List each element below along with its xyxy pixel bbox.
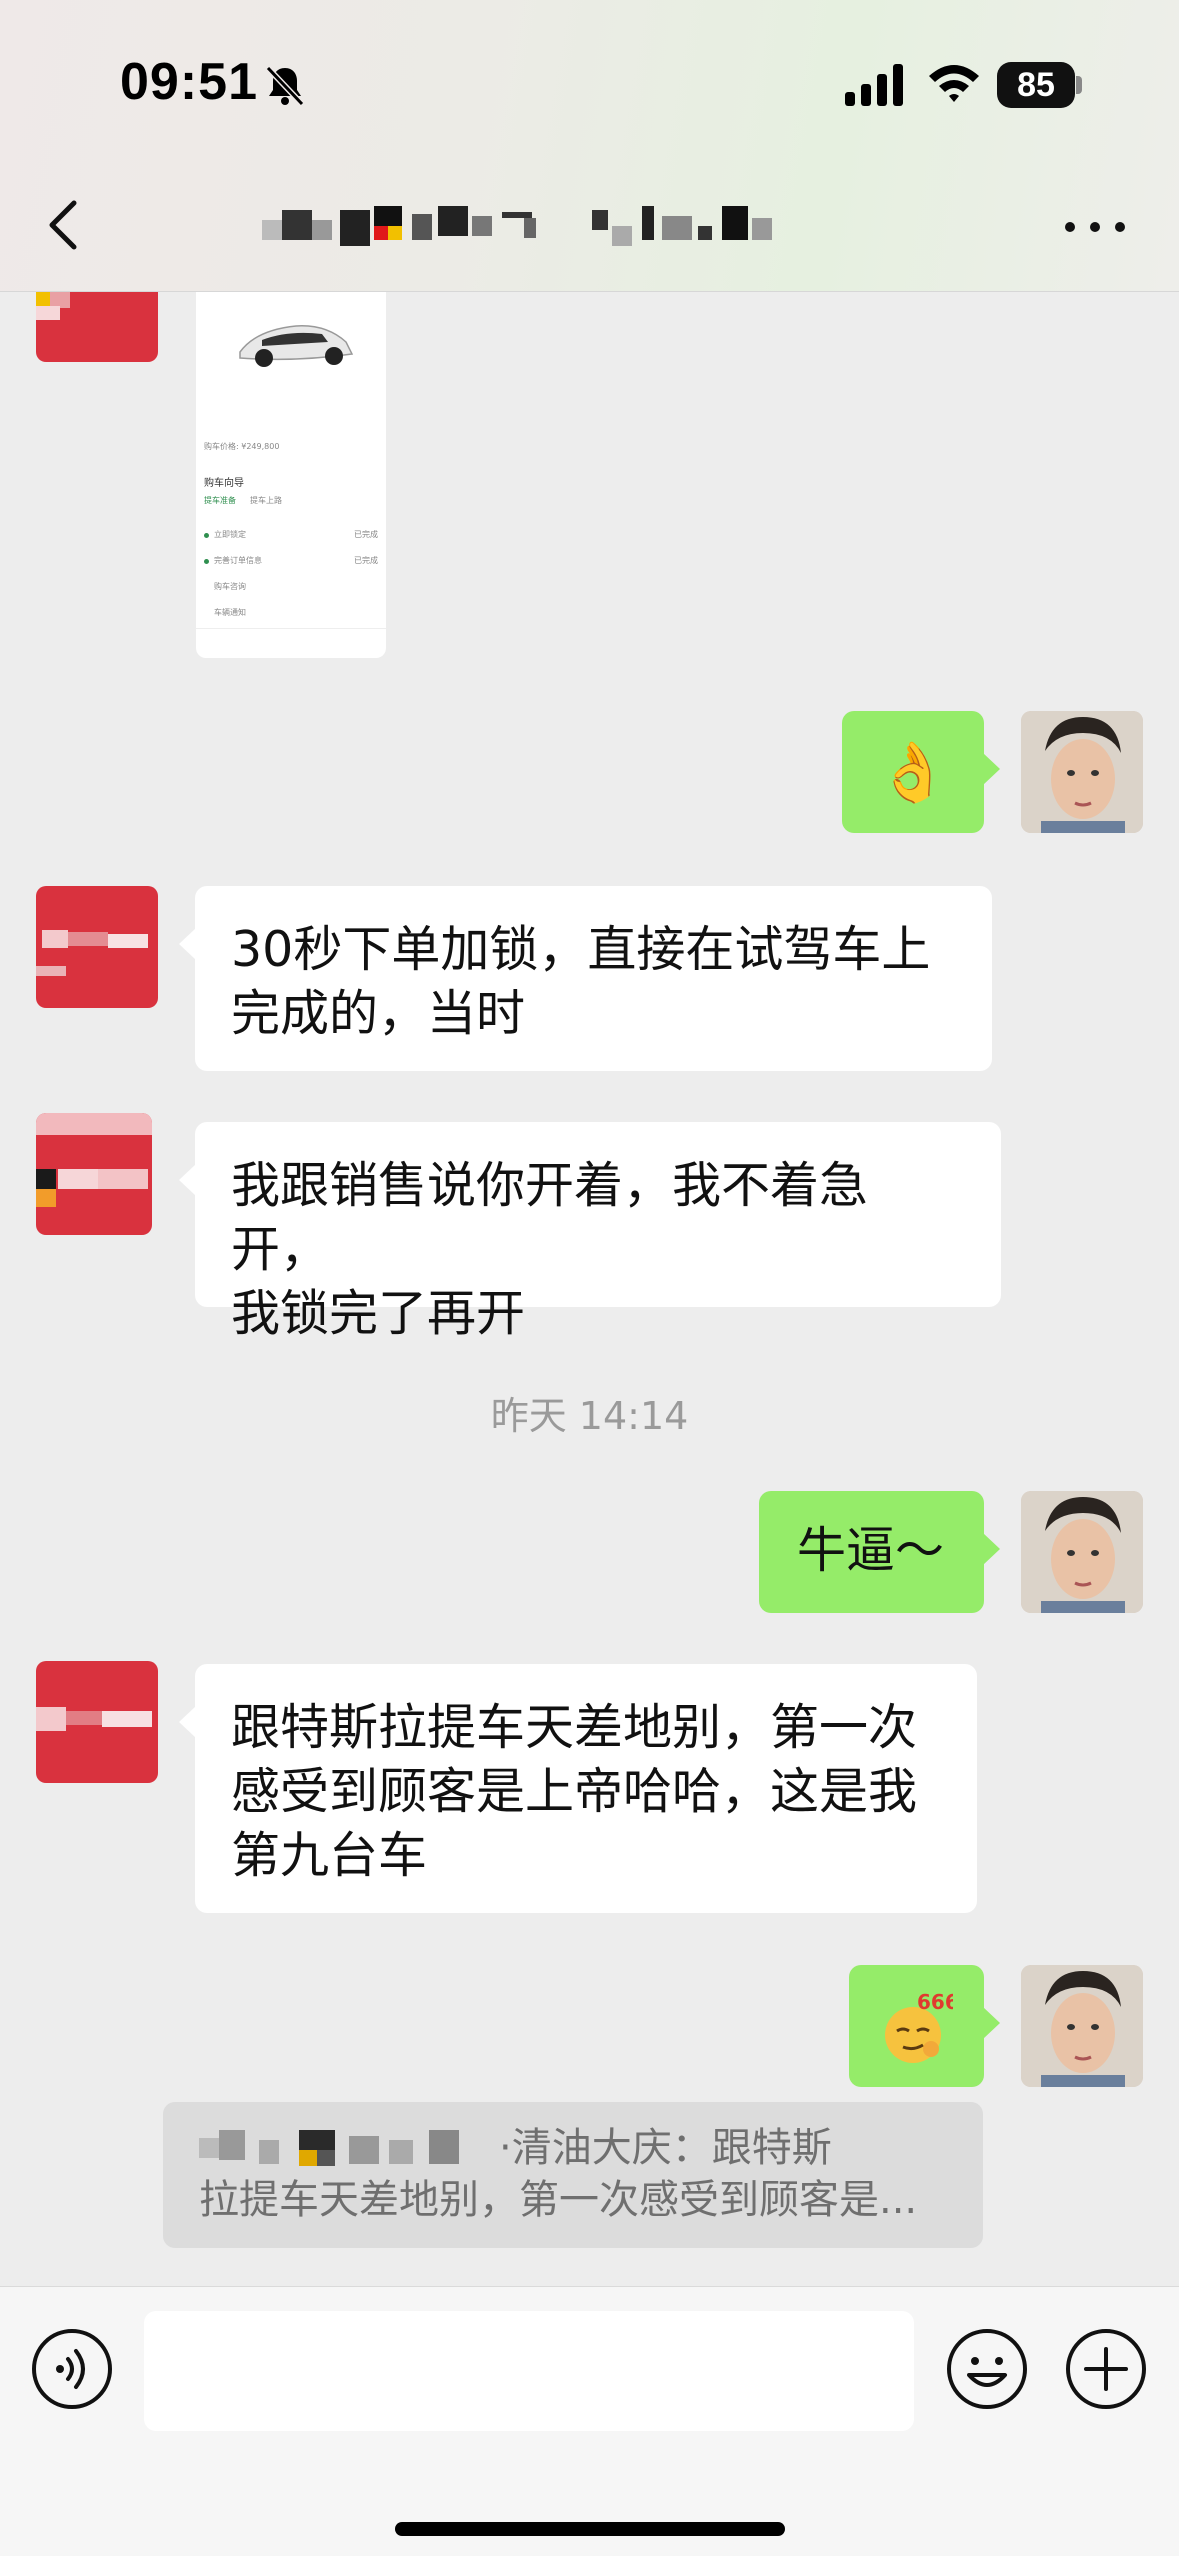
plus-icon[interactable]	[1064, 2327, 1148, 2411]
message-bubble-me[interactable]: 牛逼～	[759, 1491, 1000, 1613]
message-text-line: 30秒下单加锁，直接在试驾车上	[231, 921, 931, 978]
my-avatar[interactable]	[1021, 1491, 1143, 1613]
shared-step4: 车辆通知	[214, 608, 246, 617]
message-bubble-me[interactable]: 666	[849, 1965, 1000, 2087]
emoji-icon[interactable]	[945, 2327, 1029, 2411]
message-input[interactable]	[144, 2311, 914, 2431]
contact-avatar[interactable]	[36, 1661, 158, 1783]
signal-icon	[845, 64, 903, 106]
quote-text-line: 拉提车天差地别，第一次感受到顾客是...	[199, 2177, 918, 2223]
message-text-line: 感受到顾客是上帝哈哈，这是我	[231, 1763, 918, 1820]
contact-avatar[interactable]	[36, 1113, 152, 1235]
message-text-line: 跟特斯拉提车天差地别，第一次	[231, 1699, 918, 1756]
message-text-line: 完成的，当时	[231, 985, 526, 1042]
status-time: 09:51	[120, 53, 258, 111]
message-text: 牛逼～	[797, 1522, 945, 1579]
back-button[interactable]	[40, 195, 90, 255]
shared-section: 购车向导	[204, 478, 244, 489]
contact-avatar[interactable]	[36, 292, 158, 362]
message-bubble-other[interactable]: 30秒下单加锁，直接在试驾车上 完成的，当时	[179, 886, 992, 1071]
shared-step1-dot	[204, 533, 209, 538]
shared-step1: 立即锁定	[214, 530, 246, 539]
shared-step2: 完善订单信息	[214, 556, 262, 565]
input-bar	[0, 2286, 1179, 2556]
shared-step2-dot	[204, 559, 209, 564]
quote-preview[interactable]: ·清油大庆：跟特斯 拉提车天差地别，第一次感受到顾客是...	[163, 2102, 983, 2248]
chat-title-redacted	[262, 206, 772, 246]
more-dots-icon[interactable]	[1060, 212, 1130, 242]
contact-avatar[interactable]	[36, 886, 158, 1008]
car-image	[196, 302, 386, 382]
message-text-line: 第九台车	[231, 1827, 428, 1884]
shared-price: 购车价格: ¥249,800	[204, 442, 280, 451]
home-indicator	[395, 2522, 785, 2536]
shared-step3: 购车咨询	[214, 582, 246, 591]
shared-tab2: 提车上路	[250, 496, 282, 505]
quote-line-1: ·清油大庆：跟特斯	[199, 2122, 947, 2174]
shared-step2-status: 已完成	[354, 556, 378, 565]
bell-muted-icon	[265, 65, 305, 107]
shared-step1-status: 已完成	[354, 530, 378, 539]
chat-timestamp: 昨天 14:14	[490, 1394, 689, 1438]
message-bubble-other[interactable]: 我跟销售说你开着，我不着急开， 我锁完了再开	[179, 1122, 1001, 1342]
my-avatar[interactable]	[1021, 711, 1143, 833]
message-text-line: 我锁完了再开	[231, 1285, 526, 1342]
quote-sender-redacted	[199, 2130, 459, 2166]
quote-text: ·清油大庆：跟特斯	[499, 2125, 832, 2171]
shared-tabbar	[196, 628, 386, 658]
message-bubble-me[interactable]: 👌	[842, 711, 1000, 833]
666-emoji: 666	[885, 1990, 953, 2063]
wifi-icon	[929, 65, 979, 102]
header-bar: 09:51 85	[0, 0, 1179, 292]
shared-tab1: 提车准备	[204, 496, 236, 505]
battery-indicator: 85	[997, 62, 1075, 108]
message-bubble-other[interactable]: 跟特斯拉提车天差地别，第一次 感受到顾客是上帝哈哈，这是我 第九台车	[179, 1664, 977, 1913]
666-emoji-text: 666	[917, 1990, 953, 2014]
my-avatar[interactable]	[1021, 1965, 1143, 2087]
battery-cap	[1076, 76, 1082, 94]
ok-hand-emoji: 👌	[876, 738, 950, 806]
message-text-line: 我跟销售说你开着，我不着急开，	[231, 1157, 869, 1278]
shared-image-message[interactable]: 购车价格: ¥249,800 购车向导 提车准备 提车上路 立即锁定 已完成 完…	[196, 292, 386, 658]
voice-icon[interactable]	[30, 2327, 114, 2411]
